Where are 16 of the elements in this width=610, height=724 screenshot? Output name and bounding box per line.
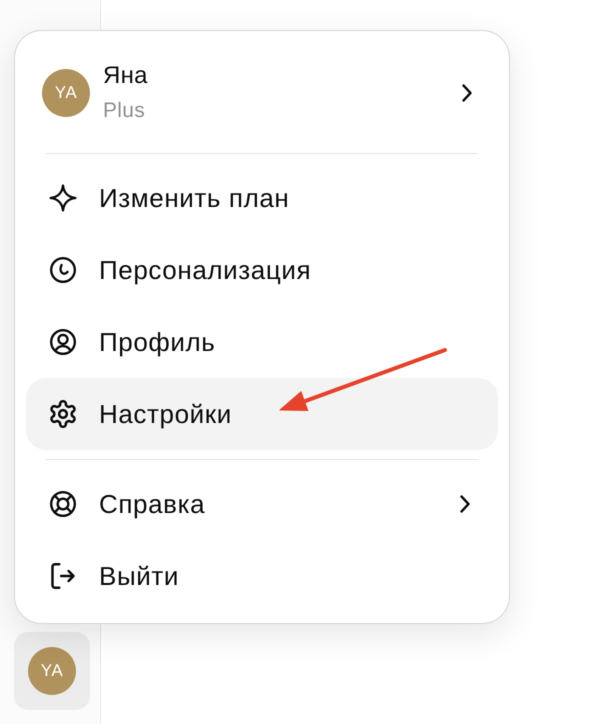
menu-item[interactable]: Настройки [26,378,498,450]
gear-icon [50,401,76,427]
menu-item[interactable]: Профиль [26,306,498,378]
menu-item[interactable]: Выйти [26,540,498,612]
lifebuoy-icon [50,491,76,517]
menu-item[interactable]: Изменить план [26,162,498,234]
plan-label: Plus [103,98,146,124]
user-name: Яна [103,61,148,91]
user-avatar: YA [42,69,90,117]
user-circle-icon [50,329,76,355]
logout-icon [50,563,76,589]
sparkle-icon [50,185,76,211]
user-avatar: YA [28,647,76,695]
menu-item[interactable]: Персонализация [26,234,498,306]
smile-circle-icon [50,257,76,283]
menu-item[interactable]: Справка [26,468,498,540]
